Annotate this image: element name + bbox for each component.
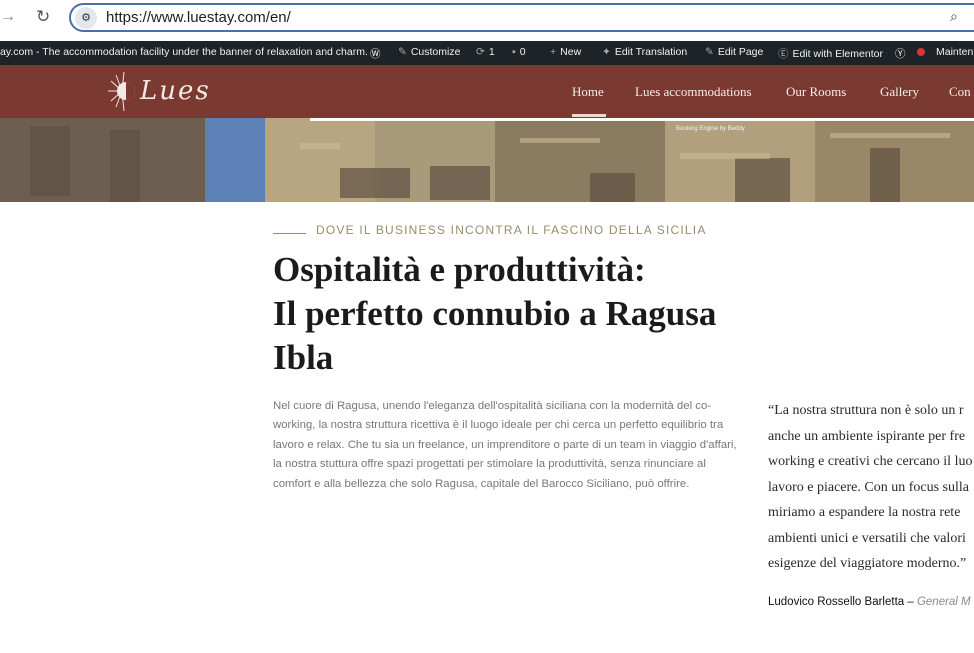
- wordpress-icon[interactable]: Ⓦ: [370, 46, 381, 61]
- admin-edit-translation[interactable]: ✦ Edit Translation: [602, 46, 687, 58]
- quote-line: lavoro e piacere. Con un focus sulla: [768, 479, 969, 495]
- wordpress-admin-bar: ay.com - The accommodation facility unde…: [0, 41, 974, 65]
- admin-updates[interactable]: ⟳ 1: [476, 46, 495, 58]
- title-line: Il perfetto connubio a Ragusa: [273, 294, 717, 333]
- quote-author: Ludovico Rossello Barletta – General M: [768, 596, 971, 608]
- title-line: Ospitalità e produttività:: [273, 250, 646, 289]
- quote-line: esigenze del viaggiatore moderno.”: [768, 556, 967, 571]
- quote-line: “La nostra struttura non è solo un r: [768, 403, 964, 418]
- translation-icon: ✦: [602, 46, 611, 58]
- comment-icon: ▪: [512, 46, 516, 58]
- active-nav-indicator: [572, 114, 606, 117]
- nav-our-rooms[interactable]: Our Rooms: [786, 84, 846, 100]
- booking-widget-bar[interactable]: [310, 118, 974, 121]
- hero-image: [0, 118, 974, 202]
- elementor-icon: Ⓔ: [778, 48, 789, 60]
- admin-new[interactable]: + New: [550, 46, 581, 58]
- address-bar[interactable]: ⚙ https://www.luestay.com/en/: [69, 3, 974, 32]
- url-text[interactable]: https://www.luestay.com/en/: [106, 9, 291, 26]
- section-eyebrow: DOVE IL BUSINESS INCONTRA IL FASCINO DEL…: [316, 223, 707, 237]
- logo-text[interactable]: Lues: [140, 76, 211, 106]
- testimonial-quote: “La nostra struttura non è solo un r anc…: [768, 398, 974, 577]
- quote-line: working e creativi che cercano il luo: [768, 454, 973, 469]
- maintenance-status-dot: [917, 46, 925, 58]
- updates-icon: ⟳: [476, 46, 485, 58]
- nav-accommodations[interactable]: Lues accommodations: [635, 84, 752, 100]
- baroque-facade-image: [0, 118, 974, 202]
- forward-icon[interactable]: →: [0, 8, 16, 26]
- author-role: General M: [916, 596, 971, 608]
- quote-line: ambienti unici e versatili che valori: [768, 530, 966, 546]
- yoast-icon[interactable]: Ⓨ: [895, 46, 906, 61]
- section-title: Ospitalità e produttività: Il perfetto c…: [273, 248, 763, 380]
- admin-customize[interactable]: ✎ Customize: [398, 46, 460, 58]
- eyebrow-divider: [273, 233, 306, 234]
- reload-icon[interactable]: ↻: [36, 7, 50, 27]
- admin-maintenance[interactable]: Mainten: [936, 46, 973, 58]
- author-name: Ludovico Rossello Barletta –: [768, 596, 914, 608]
- pencil-icon: ✎: [705, 46, 714, 58]
- title-line: Ibla: [273, 338, 334, 377]
- status-dot-icon: [917, 48, 925, 56]
- admin-comments[interactable]: ▪ 0: [512, 46, 526, 58]
- admin-edit-elementor[interactable]: Ⓔ Edit with Elementor: [778, 46, 883, 61]
- admin-site-name[interactable]: ay.com - The accommodation facility unde…: [0, 46, 368, 58]
- zoom-icon[interactable]: ⌕: [950, 8, 958, 25]
- intro-paragraph: Nel cuore di Ragusa, unendo l'eleganza d…: [273, 400, 737, 490]
- nav-gallery[interactable]: Gallery: [880, 84, 919, 100]
- booking-engine-credit[interactable]: Booking Engine by Beddy: [676, 126, 745, 132]
- quote-line: anche un ambiente ispirante per fre: [768, 428, 966, 444]
- brush-icon: ✎: [398, 46, 407, 58]
- nav-home[interactable]: Home: [572, 84, 604, 100]
- plus-icon: +: [550, 46, 557, 58]
- nav-contact[interactable]: Con: [949, 84, 971, 100]
- browser-toolbar: → ↻ ⚙ https://www.luestay.com/en/ ⌕: [0, 0, 974, 36]
- quote-line: miriamo a espandere la nostra rete: [768, 505, 961, 520]
- admin-edit-page[interactable]: ✎ Edit Page: [705, 46, 763, 58]
- site-info-icon[interactable]: ⚙: [75, 7, 97, 29]
